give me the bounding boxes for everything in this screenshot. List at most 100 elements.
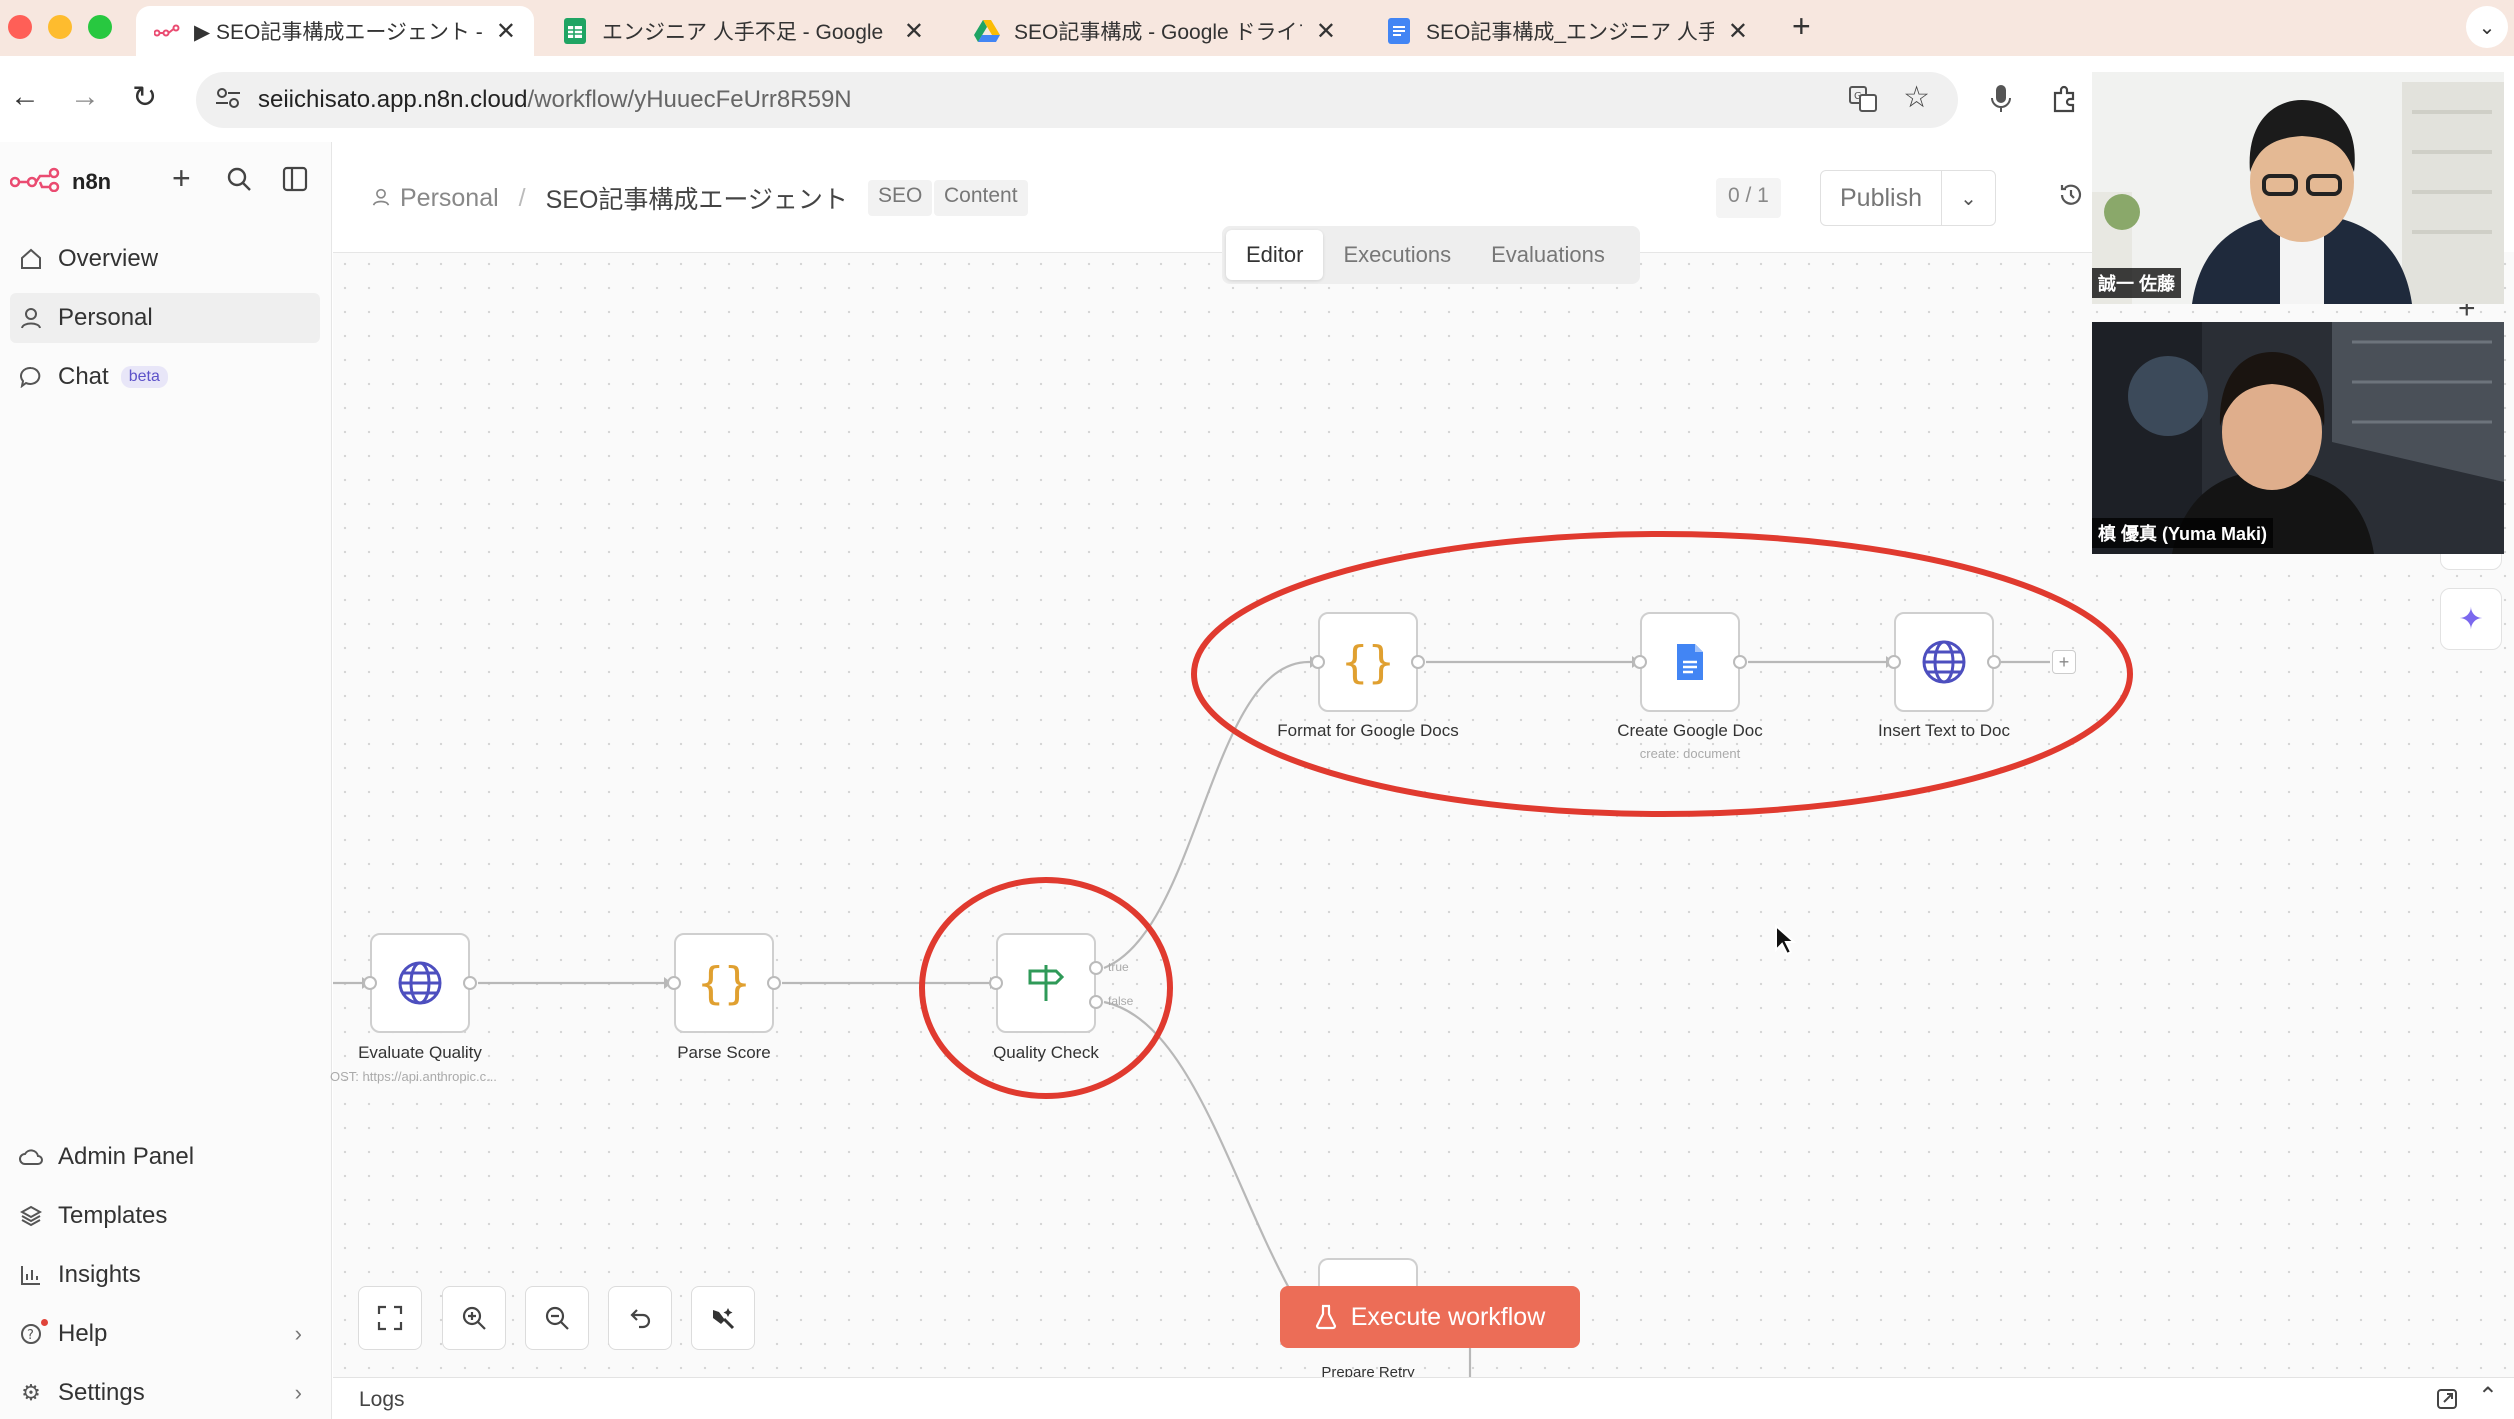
- add-node-plus-icon[interactable]: +: [2052, 650, 2076, 674]
- add-icon[interactable]: +: [172, 160, 191, 197]
- sidebar-item-chat[interactable]: Chat beta: [10, 352, 320, 402]
- node-format-for-google-docs[interactable]: {}: [1318, 612, 1418, 712]
- close-window-button[interactable]: [8, 15, 32, 39]
- sidebar-item-label: Chat: [58, 363, 109, 390]
- chevron-down-icon[interactable]: ⌄: [1941, 171, 1995, 225]
- fit-view-button[interactable]: [358, 1286, 422, 1350]
- tab-executions[interactable]: Executions: [1323, 230, 1471, 280]
- node-label: Prepare Retry: [1321, 1364, 1415, 1378]
- close-tab-icon[interactable]: ✕: [1316, 17, 1336, 46]
- fit-view-icon: [377, 1305, 403, 1331]
- browser-tab-docs[interactable]: SEO記事構成_エンジニア 人手不 ✕: [1368, 6, 1766, 56]
- close-tab-icon[interactable]: ✕: [904, 17, 924, 46]
- extensions-icon[interactable]: [2050, 84, 2080, 119]
- zoom-window-button[interactable]: [88, 15, 112, 39]
- url-host: seiichisato.app.n8n.cloud: [258, 86, 528, 113]
- logs-panel-bar[interactable]: Logs ⌃: [333, 1377, 2514, 1419]
- globe-icon: [398, 961, 442, 1005]
- sidebar-item-settings[interactable]: ⚙ Settings ›: [10, 1368, 320, 1418]
- ai-assistant-sparkle-icon[interactable]: ✦: [2440, 588, 2502, 650]
- tab-title: SEO記事構成 - Google ドライブ: [1014, 21, 1302, 44]
- user-icon: [14, 307, 48, 329]
- node-label: Evaluate Quality: [358, 1043, 482, 1062]
- input-port[interactable]: [1633, 655, 1647, 669]
- sidebar-item-templates[interactable]: Templates: [10, 1191, 320, 1241]
- sidebar-item-overview[interactable]: Overview: [10, 234, 320, 284]
- output-port[interactable]: [1411, 655, 1425, 669]
- output-port[interactable]: [1987, 655, 2001, 669]
- notification-dot: [41, 1319, 48, 1326]
- node-insert-text-to-doc[interactable]: [1894, 612, 1994, 712]
- header-divider: [333, 252, 2093, 253]
- minimize-window-button[interactable]: [48, 15, 72, 39]
- output-port[interactable]: [463, 976, 477, 990]
- tab-evaluations[interactable]: Evaluations: [1471, 230, 1625, 280]
- popout-icon[interactable]: [2436, 1388, 2458, 1416]
- undo-button[interactable]: [608, 1286, 672, 1350]
- output-port[interactable]: [767, 976, 781, 990]
- reload-icon[interactable]: ↻: [132, 80, 157, 115]
- back-arrow-icon[interactable]: ←: [10, 80, 40, 114]
- sidebar-item-personal[interactable]: Personal: [10, 293, 320, 343]
- browser-tab-drive[interactable]: SEO記事構成 - Google ドライブ ✕: [956, 6, 1354, 56]
- sidebar-item-help[interactable]: ? Help ›: [10, 1309, 320, 1359]
- tag-seo[interactable]: SEO: [868, 180, 933, 216]
- close-tab-icon[interactable]: ✕: [496, 17, 516, 46]
- node-label: Quality Check: [993, 1043, 1099, 1062]
- breadcrumb: Personal / SEO記事構成エージェント: [372, 180, 848, 216]
- n8n-logo[interactable]: n8n: [9, 166, 111, 198]
- browser-tab-sheets[interactable]: エンジニア 人手不足 - Google ス ✕: [544, 6, 942, 56]
- node-create-google-doc[interactable]: [1640, 612, 1740, 712]
- search-icon[interactable]: [226, 166, 252, 197]
- node-parse-score[interactable]: {}: [674, 933, 774, 1033]
- tag-content[interactable]: Content: [934, 180, 1028, 216]
- project-user-icon: [372, 184, 390, 213]
- sidebar-item-insights[interactable]: Insights: [10, 1250, 320, 1300]
- execute-workflow-button[interactable]: Execute workflow: [1280, 1286, 1580, 1348]
- sidebar-item-label: Admin Panel: [58, 1143, 195, 1170]
- address-bar[interactable]: seiichisato.app.n8n.cloud/workflow/yHuue…: [196, 72, 1958, 128]
- browser-tab-n8n[interactable]: ▶ SEO記事構成エージェント - n ✕: [136, 6, 534, 56]
- node-evaluate-quality[interactable]: [370, 933, 470, 1033]
- tab-editor[interactable]: Editor: [1226, 230, 1324, 280]
- code-braces-icon: {}: [697, 957, 751, 1009]
- zoom-out-icon: [545, 1306, 569, 1330]
- zoom-out-button[interactable]: [525, 1286, 589, 1350]
- mouse-cursor-icon: [1775, 924, 1797, 956]
- breadcrumb-project[interactable]: Personal: [400, 184, 499, 213]
- output-port-true[interactable]: [1089, 961, 1103, 975]
- input-port[interactable]: [1887, 655, 1901, 669]
- bookmark-star-icon[interactable]: ☆: [1903, 80, 1930, 115]
- output-port[interactable]: [1733, 655, 1747, 669]
- input-port[interactable]: [667, 976, 681, 990]
- chevron-up-icon[interactable]: ⌃: [2478, 1382, 2498, 1411]
- google-docs-icon: [1386, 18, 1412, 44]
- tidy-up-button[interactable]: [691, 1286, 755, 1350]
- sidebar-item-admin-panel[interactable]: Admin Panel: [10, 1132, 320, 1182]
- collapse-sidebar-icon[interactable]: [282, 166, 308, 197]
- input-port[interactable]: [989, 976, 1003, 990]
- forward-arrow-icon[interactable]: →: [70, 80, 100, 114]
- history-icon[interactable]: [2058, 182, 2084, 215]
- microphone-icon[interactable]: [1990, 84, 2012, 119]
- site-settings-icon[interactable]: [214, 84, 242, 119]
- help-circle-icon: ?: [14, 1319, 48, 1345]
- url-path: /workflow/yHuuecFeUrr8R59N: [527, 86, 852, 113]
- svg-text:?: ?: [27, 1328, 34, 1343]
- node-quality-check[interactable]: [996, 933, 1096, 1033]
- workflow-name[interactable]: SEO記事構成エージェント: [546, 180, 848, 216]
- zoom-in-button[interactable]: [442, 1286, 506, 1350]
- undo-icon: [630, 1309, 651, 1329]
- output-port-false[interactable]: [1089, 995, 1103, 1009]
- input-port[interactable]: [1311, 655, 1325, 669]
- templates-icon: [14, 1205, 48, 1227]
- close-tab-icon[interactable]: ✕: [1728, 17, 1748, 46]
- tab-search-chevron-icon[interactable]: ⌄: [2466, 6, 2508, 48]
- true-branch-label: true: [1108, 960, 1129, 974]
- input-port[interactable]: [363, 976, 377, 990]
- translate-icon[interactable]: G: [1848, 84, 1878, 121]
- new-tab-icon[interactable]: +: [1792, 8, 1811, 45]
- chevron-right-icon: ›: [294, 1380, 302, 1405]
- google-docs-icon: [1677, 644, 1703, 680]
- publish-button[interactable]: Publish ⌄: [1820, 170, 1996, 226]
